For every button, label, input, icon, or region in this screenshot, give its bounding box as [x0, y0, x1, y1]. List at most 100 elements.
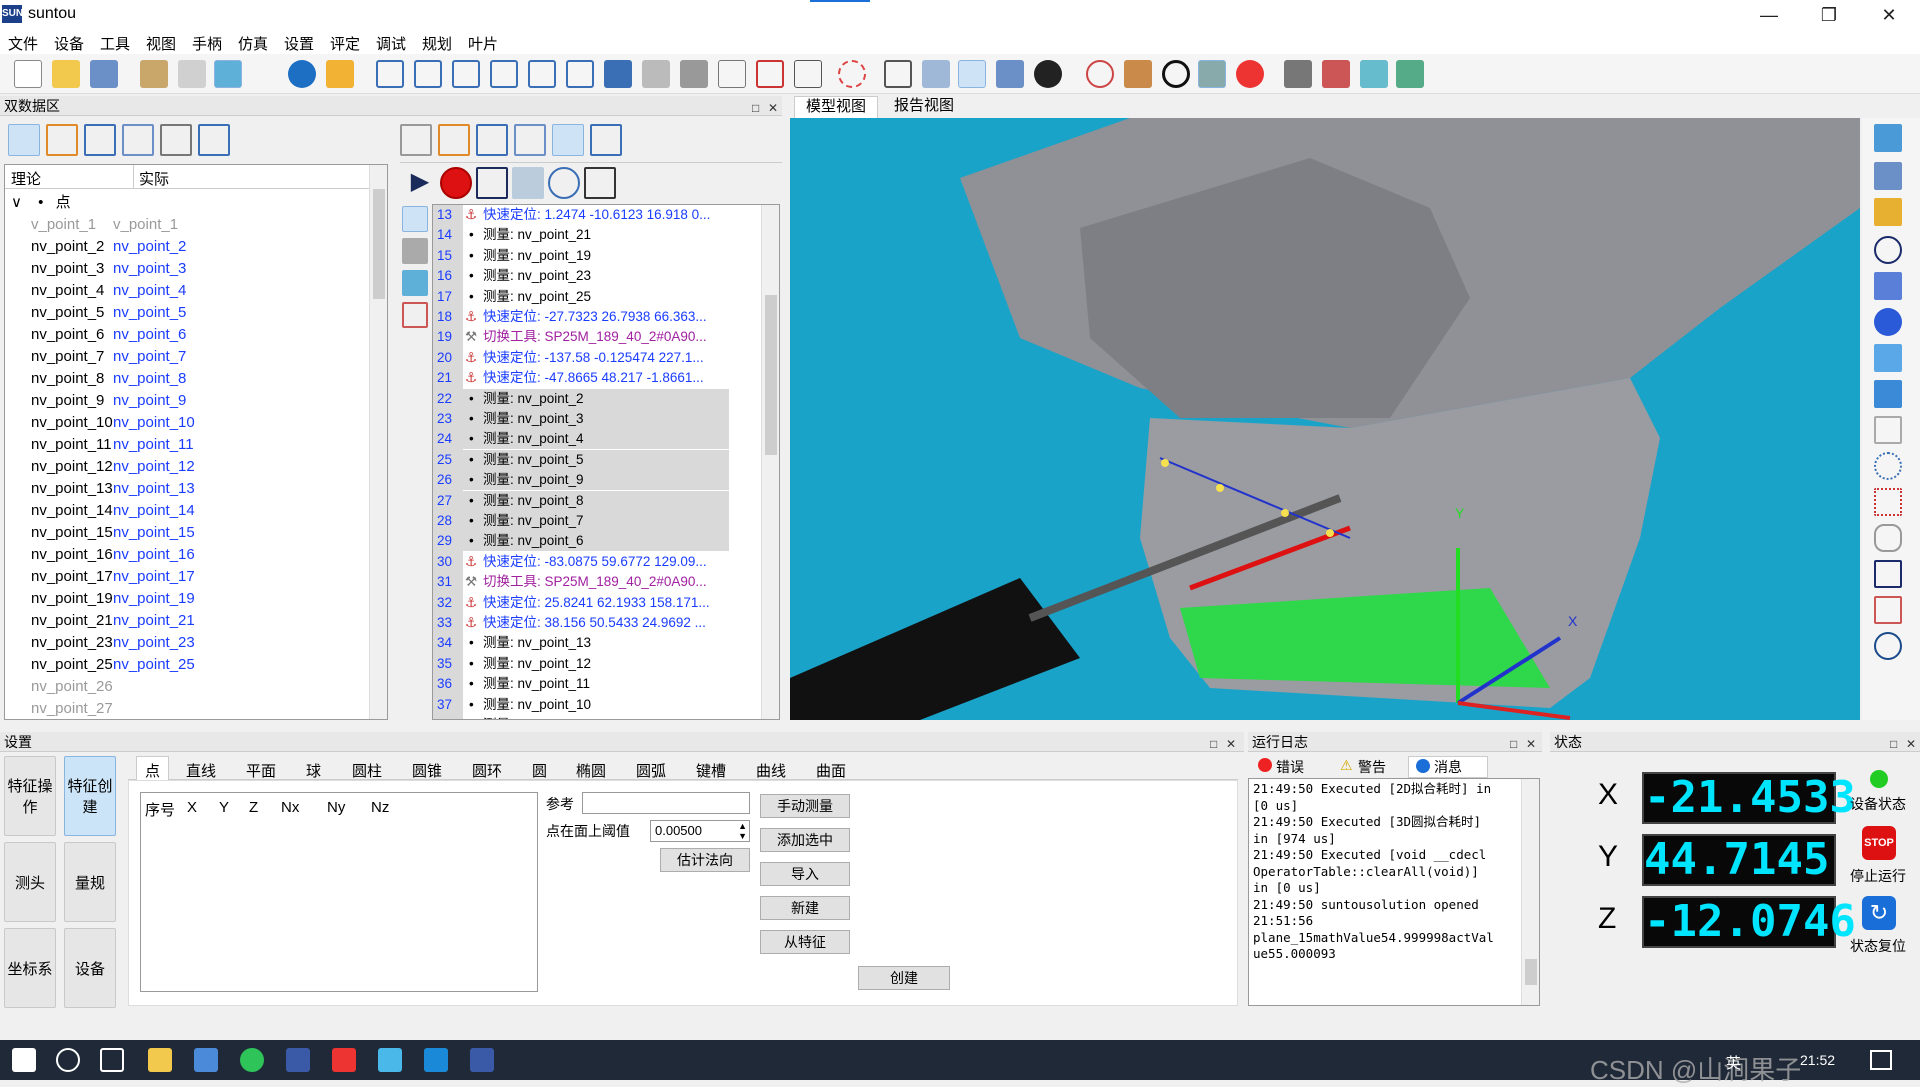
tab-curve[interactable]: 曲线	[756, 760, 786, 781]
maximize-icon[interactable]: ❐	[1806, 0, 1852, 30]
status-close-icon[interactable]: ✕	[1906, 734, 1916, 754]
start-icon[interactable]	[12, 1048, 36, 1072]
find-icon[interactable]	[548, 167, 580, 199]
list-item[interactable]: nv_point_8 nv_point_8	[5, 368, 365, 390]
eye-icon[interactable]	[1034, 60, 1062, 88]
tab-cone[interactable]: 圆锥	[412, 760, 442, 781]
menu-plan[interactable]: 规划	[422, 33, 452, 54]
ref-input[interactable]	[582, 792, 750, 814]
solid-icon[interactable]	[680, 60, 708, 88]
group-point[interactable]: ∨ • 点	[11, 192, 71, 214]
program-row[interactable]: 23 • 测量: nv_point_3	[437, 409, 729, 429]
mid-text-tab-icon[interactable]	[590, 124, 622, 156]
tab-messages[interactable]: 消息	[1434, 757, 1462, 777]
program-row[interactable]: 35 • 测量: nv_point_12	[437, 654, 729, 674]
program-row[interactable]: 20 ⚓ 快速定位: -137.58 -0.125474 227.1...	[437, 348, 729, 368]
tab-arc[interactable]: 圆弧	[636, 760, 666, 781]
tab-report-view[interactable]: 报告视图	[882, 96, 966, 118]
side-info-icon[interactable]	[402, 270, 428, 296]
task-view-icon[interactable]	[100, 1048, 124, 1072]
menu-device[interactable]: 设备	[54, 33, 84, 54]
clock[interactable]: 21:52	[1800, 1052, 1835, 1068]
mid-tree-tab-icon[interactable]	[476, 124, 508, 156]
program-row[interactable]: 13 ⚓ 快速定位: 1.2474 -10.6123 16.918 0...	[437, 205, 729, 225]
app-icon-3[interactable]	[470, 1048, 494, 1072]
list-item[interactable]: nv_point_12 nv_point_12	[5, 456, 365, 478]
stylus-icon[interactable]	[996, 60, 1024, 88]
doc-tab-icon[interactable]	[160, 124, 192, 156]
tree-tab-icon[interactable]	[84, 124, 116, 156]
tab-circle[interactable]: 圆	[532, 760, 547, 781]
list-item[interactable]: nv_point_13 nv_point_13	[5, 478, 365, 500]
wechat-icon[interactable]	[240, 1048, 264, 1072]
program-row[interactable]: 16 • 测量: nv_point_23	[437, 266, 729, 286]
menu-settings[interactable]: 设置	[284, 33, 314, 54]
view-top-icon[interactable]	[528, 60, 556, 88]
tab-slot[interactable]: 键槽	[696, 760, 726, 781]
panel-close-icon[interactable]: ✕	[768, 98, 778, 118]
list-item[interactable]: nv_point_7 nv_point_7	[5, 346, 365, 368]
list-item[interactable]: nv_point_10 nv_point_10	[5, 412, 365, 434]
strip-eye-icon[interactable]	[1874, 632, 1902, 660]
program-row[interactable]: 33 ⚓ 快速定位: 38.156 50.5433 24.9692 ...	[437, 613, 729, 633]
program-row[interactable]: 25 • 测量: nv_point_5	[437, 449, 729, 470]
program-row[interactable]: 38 • 测量: nv_point_14	[437, 715, 729, 719]
program-row[interactable]: 30 ⚓ 快速定位: -83.0875 59.6772 129.09...	[437, 552, 729, 572]
blade-1-icon[interactable]	[1284, 60, 1312, 88]
calculator-icon[interactable]	[194, 1048, 218, 1072]
spin-icon[interactable]: ▲ ▼	[738, 821, 747, 841]
tab-line[interactable]: 直线	[186, 760, 216, 781]
play-icon[interactable]: ▶	[404, 167, 436, 199]
minimize-icon[interactable]: —	[1746, 0, 1792, 30]
mid-axis-tab-icon[interactable]	[438, 124, 470, 156]
suntou-task-icon[interactable]	[286, 1048, 310, 1072]
tab-cylinder[interactable]: 圆柱	[352, 760, 382, 781]
gauge-icon[interactable]	[1086, 60, 1114, 88]
list-item[interactable]: nv_point_6 nv_point_6	[5, 324, 365, 346]
from-feature-button[interactable]: 从特征	[760, 930, 850, 954]
snapshot-icon[interactable]	[794, 60, 822, 88]
side-edit-icon[interactable]	[402, 302, 428, 328]
side-axis-icon[interactable]	[402, 206, 428, 232]
view-right-icon[interactable]	[490, 60, 518, 88]
program-scroll-thumb[interactable]	[765, 295, 777, 455]
tab-sphere[interactable]: 球	[306, 760, 321, 781]
menu-evaluate[interactable]: 评定	[330, 33, 360, 54]
program-row[interactable]: 32 ⚓ 快速定位: 25.8241 62.1933 158.171...	[437, 593, 729, 613]
program-row[interactable]: 31 ⚒ 切换工具: SP25M_189_40_2#0A90...	[437, 572, 729, 592]
grid-icon[interactable]	[1198, 60, 1226, 88]
power-icon[interactable]	[288, 60, 316, 88]
export-icon[interactable]	[178, 60, 206, 88]
tab-errors[interactable]: 错误	[1276, 757, 1304, 777]
list-item[interactable]: nv_point_4 nv_point_4	[5, 280, 365, 302]
monitor-icon[interactable]	[214, 60, 242, 88]
tab-warnings[interactable]: 警告	[1358, 757, 1386, 777]
view-left-icon[interactable]	[452, 60, 480, 88]
blade-3-icon[interactable]	[1360, 60, 1388, 88]
strip-icon-2[interactable]	[1874, 162, 1902, 190]
clear-icon[interactable]	[512, 167, 544, 199]
strip-icon-6[interactable]	[1874, 308, 1902, 336]
strip-icon-4[interactable]	[1874, 236, 1902, 264]
menu-simulate[interactable]: 仿真	[238, 33, 268, 54]
list-item[interactable]: nv_point_9 nv_point_9	[5, 390, 365, 412]
program-row[interactable]: 37 • 测量: nv_point_10	[437, 695, 729, 715]
list-item[interactable]: nv_point_27	[5, 698, 365, 719]
view-bottom-icon[interactable]	[566, 60, 594, 88]
menu-handle[interactable]: 手柄	[192, 33, 222, 54]
list-item[interactable]: nv_point_21 nv_point_21	[5, 610, 365, 632]
list-item[interactable]: nv_point_11 nv_point_11	[5, 434, 365, 456]
side-probe-icon[interactable]	[402, 238, 428, 264]
reset-label[interactable]: 状态复位	[1850, 936, 1906, 956]
threshold-input[interactable]: 0.00500 ▲ ▼	[650, 820, 750, 842]
list-item[interactable]: nv_point_3 nv_point_3	[5, 258, 365, 280]
axis-tab-icon[interactable]	[46, 124, 78, 156]
list-item[interactable]: nv_point_14 nv_point_14	[5, 500, 365, 522]
blade-2-icon[interactable]	[1322, 60, 1350, 88]
coordinate-button[interactable]: 坐标系	[4, 928, 56, 1008]
program-row[interactable]: 26 • 测量: nv_point_9	[437, 470, 729, 491]
view-iso-icon[interactable]	[604, 60, 632, 88]
text-tab-icon[interactable]	[198, 124, 230, 156]
device-button[interactable]: 设备	[64, 928, 116, 1008]
list-item[interactable]: nv_point_19 nv_point_19	[5, 588, 365, 610]
